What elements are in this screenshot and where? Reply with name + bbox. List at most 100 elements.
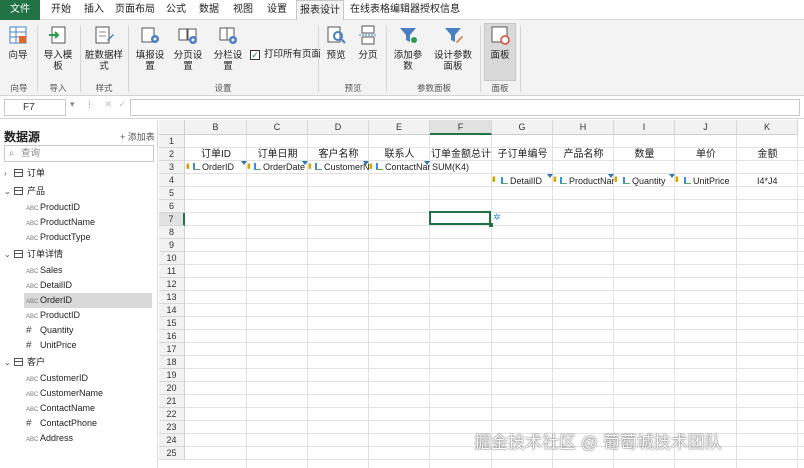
dirty-style-button[interactable]: 脏数据样式 [84, 24, 124, 80]
field-item[interactable]: ABC ProductID [26, 200, 80, 215]
header-cell[interactable]: 产品名称 [553, 148, 614, 161]
bound-field-cell[interactable]: ProductName [557, 175, 614, 188]
row-header[interactable]: 4 [159, 174, 185, 187]
name-box[interactable]: F7 [4, 99, 66, 116]
table-node-customers[interactable]: ⌄ 客户 [4, 355, 45, 370]
column-header[interactable]: K [737, 120, 798, 135]
header-cell[interactable]: 订单ID [185, 148, 247, 161]
row-header[interactable]: 7 [159, 213, 185, 226]
dropdown-arrow-icon[interactable]: ▾ [70, 99, 75, 109]
column-header[interactable]: H [553, 120, 614, 135]
row-header[interactable]: 20 [159, 382, 185, 395]
column-header[interactable]: E [369, 120, 430, 135]
menu-tab-view[interactable]: 视图 [228, 0, 258, 20]
row-header[interactable]: 14 [159, 304, 185, 317]
row-header[interactable]: 10 [159, 252, 185, 265]
menu-tab-license-info[interactable]: 在线表格编辑器授权信息 [350, 0, 460, 20]
column-header[interactable]: I [614, 120, 675, 135]
spreadsheet-grid[interactable]: BCDEFGHIJK 1 2 3 4 5 6 7 8 9 10 11 12 13 14 15 16 17 18 19… [159, 120, 804, 468]
row-header[interactable]: 25 [159, 447, 185, 460]
row-header[interactable]: 17 [159, 343, 185, 356]
column-settings-button[interactable]: 分栏设置 [210, 24, 246, 80]
column-header[interactable]: B [185, 120, 247, 135]
bound-field-cell[interactable]: Quantity [620, 175, 675, 188]
header-cell[interactable]: 联系人 [369, 148, 430, 161]
more-icon[interactable]: ⋮ [85, 99, 94, 109]
table-node-products[interactable]: ⌄ 产品 [4, 184, 45, 199]
bound-field-cell[interactable]: CustomerName [312, 161, 369, 174]
column-header[interactable]: J [675, 120, 737, 135]
wizard-button[interactable]: 向导 [4, 24, 32, 80]
design-param-panel-button[interactable]: 设计参数面板 [430, 24, 476, 80]
header-cell[interactable]: 金额 [737, 148, 798, 161]
row-header[interactable]: 24 [159, 434, 185, 447]
field-item[interactable]: ABC ProductType [26, 230, 91, 245]
row-header[interactable]: 13 [159, 291, 185, 304]
active-cell[interactable] [429, 211, 491, 225]
field-item[interactable]: ABC CustomerID [26, 371, 88, 386]
field-item[interactable]: # Quantity [26, 323, 74, 338]
row-header[interactable]: 18 [159, 356, 185, 369]
import-template-button[interactable]: 导入模板 [40, 24, 76, 80]
row-header[interactable]: 12 [159, 278, 185, 291]
datasource-search-input[interactable]: ⌕ 查询 [4, 145, 154, 162]
menu-tab-formula[interactable]: 公式 [162, 0, 190, 20]
row-header[interactable]: 3 [159, 161, 185, 174]
column-header[interactable]: D [308, 120, 369, 135]
formula-cell[interactable]: I4*J4 [757, 175, 797, 188]
cell-settings-icon[interactable]: ✲ [493, 212, 501, 223]
column-header[interactable]: G [492, 120, 553, 135]
field-item[interactable]: ABC ProductName [26, 215, 95, 230]
field-item[interactable]: ABC Sales [26, 263, 63, 278]
menu-tab-settings[interactable]: 设置 [262, 0, 292, 20]
column-header[interactable]: C [247, 120, 308, 135]
field-item[interactable]: # ContactPhone [26, 416, 97, 431]
table-node-orders[interactable]: › 订单 [4, 166, 45, 181]
row-header[interactable]: 23 [159, 421, 185, 434]
menu-tab-data[interactable]: 数据 [194, 0, 224, 20]
field-item[interactable]: ABC CustomerName [26, 386, 103, 401]
row-header[interactable]: 21 [159, 395, 185, 408]
row-header[interactable]: 19 [159, 369, 185, 382]
bound-field-cell[interactable]: OrderDate [251, 161, 308, 174]
row-header[interactable]: 9 [159, 239, 185, 252]
formula-input[interactable] [130, 99, 800, 116]
field-item[interactable]: ABC ContactName [26, 401, 95, 416]
menu-tab-report-design[interactable]: 报表设计 [296, 0, 344, 21]
field-item[interactable]: ABC DetailID [26, 278, 72, 293]
field-item[interactable]: ABC Address [26, 431, 73, 446]
row-header[interactable]: 5 [159, 187, 185, 200]
print-all-pages-checkbox[interactable]: ✓ 打印所有页面 [250, 46, 321, 60]
header-cell[interactable]: 订单金额总计 [430, 148, 492, 161]
add-param-button[interactable]: 添加参数 [390, 24, 426, 80]
header-cell[interactable]: 单价 [675, 148, 737, 161]
menu-tab-file[interactable]: 文件 [0, 0, 40, 20]
paging-button[interactable]: 分页 [354, 24, 382, 80]
menu-tab-insert[interactable]: 插入 [80, 0, 108, 20]
table-node-order-details[interactable]: ⌄ 订单详情 [4, 247, 63, 262]
menu-tab-home[interactable]: 开始 [46, 0, 76, 20]
row-header[interactable]: 15 [159, 317, 185, 330]
header-cell[interactable]: 子订单编号 [492, 148, 553, 161]
preview-button[interactable]: 预览 [322, 24, 350, 80]
header-cell[interactable]: 客户名称 [308, 148, 369, 161]
fill-settings-button[interactable]: 填报设置 [132, 24, 168, 80]
panel-button[interactable]: 面板 [484, 23, 516, 81]
row-header[interactable]: 8 [159, 226, 185, 239]
row-header[interactable]: 2 [159, 148, 185, 161]
page-settings-button[interactable]: 分页设置 [170, 24, 206, 80]
select-all-corner[interactable] [159, 120, 185, 135]
row-header[interactable]: 1 [159, 135, 185, 148]
field-item[interactable]: # UnitPrice [26, 338, 77, 353]
bound-field-cell[interactable]: DetailID [498, 175, 553, 188]
add-table-button[interactable]: + 添加表 [120, 130, 155, 143]
field-item[interactable]: ABC ProductID [26, 308, 80, 323]
row-header[interactable]: 16 [159, 330, 185, 343]
cancel-icon[interactable]: ✕ [105, 99, 113, 109]
bound-field-cell[interactable]: UnitPrice [681, 175, 737, 188]
confirm-icon[interactable]: ✓ [119, 99, 127, 109]
fill-handle[interactable] [489, 223, 493, 227]
column-header[interactable]: F [430, 120, 492, 135]
bound-field-cell[interactable]: ContactName [373, 161, 430, 174]
row-header[interactable]: 11 [159, 265, 185, 278]
